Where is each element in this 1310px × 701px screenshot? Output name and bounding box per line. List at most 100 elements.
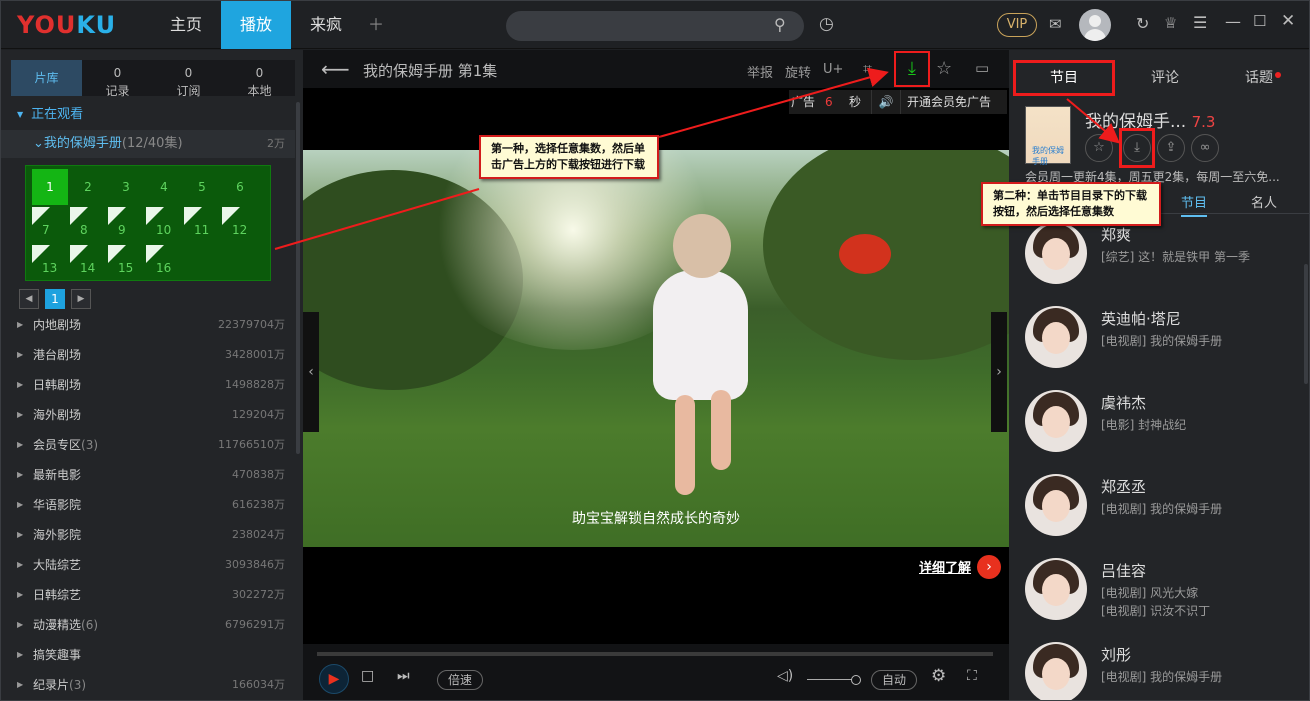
category-item[interactable]: 港台剧场 3428001万 — [1, 340, 295, 370]
celebrity-item[interactable]: 刘彤 [电视剧] 我的保姆手册 — [1009, 638, 1309, 700]
link-icon[interactable]: ∞ — [1191, 134, 1219, 162]
episode-16[interactable]: 16 — [146, 245, 182, 281]
sidebar-scrollbar[interactable] — [296, 102, 300, 454]
category-item[interactable]: 华语影院 616238万 — [1, 490, 295, 520]
category-item[interactable]: 海外影院 238024万 — [1, 520, 295, 550]
minimize-icon[interactable]: — — [1225, 12, 1241, 31]
episode-8[interactable]: 8 — [70, 207, 106, 243]
category-item[interactable]: 内地剧场 22379704万 — [1, 310, 295, 340]
close-icon[interactable]: ✕ — [1281, 11, 1295, 31]
panel-scrollbar[interactable] — [1304, 264, 1308, 384]
episode-6[interactable]: 6 — [222, 169, 258, 205]
category-item[interactable]: 日韩剧场 1498828万 — [1, 370, 295, 400]
episode-11[interactable]: 11 — [184, 207, 220, 243]
progress-bar[interactable] — [317, 652, 993, 656]
back-arrow-icon[interactable]: ⟵ — [321, 57, 350, 81]
category-item[interactable]: 搞笑趣事 — [1, 640, 295, 670]
uplus-button[interactable]: U+ — [823, 62, 843, 77]
episode-15[interactable]: 15 — [108, 245, 144, 281]
episode-1[interactable]: 1 — [32, 169, 68, 205]
celebrity-work: [电视剧] 识汝不识丁 — [1101, 604, 1211, 618]
current-show-item[interactable]: ⌄我的保姆手册(12/40集) 2万 — [1, 130, 295, 158]
speed-button[interactable]: 倍速 — [437, 670, 483, 690]
category-item[interactable]: 大陆综艺 3093846万 — [1, 550, 295, 580]
nav-tab-laifeng[interactable]: 来疯 — [291, 1, 361, 49]
watching-section-header[interactable]: 正在观看 — [1, 102, 295, 128]
stop-icon[interactable]: □ — [361, 668, 374, 684]
vip-skip-ad-button[interactable]: 开通会员免广告 — [907, 90, 991, 114]
tab-library[interactable]: 片库 — [11, 60, 82, 96]
collapse-right-panel-icon[interactable]: › — [991, 312, 1007, 432]
volume-slider[interactable] — [807, 675, 861, 685]
skin-shirt-icon[interactable]: ♕ — [1164, 14, 1177, 32]
pager-prev-button[interactable]: ◀ — [19, 289, 39, 309]
subtab-celebrities[interactable]: 名人 — [1251, 192, 1277, 211]
search-icon[interactable]: ⚲ — [774, 15, 786, 34]
tab-program[interactable]: 节目 — [1013, 60, 1115, 96]
ad-detail-link[interactable]: 详细了解 — [919, 557, 971, 576]
vip-badge[interactable]: VIP — [997, 13, 1037, 37]
settings-gear-icon[interactable]: ⚙ — [931, 666, 946, 686]
celebrity-item[interactable]: 郑丞丞 [电视剧] 我的保姆手册 — [1009, 470, 1309, 550]
episode-3[interactable]: 3 — [108, 169, 144, 205]
episode-7[interactable]: 7 — [32, 207, 68, 243]
category-item[interactable]: 动漫精选(6) 6796291万 — [1, 610, 295, 640]
user-avatar[interactable] — [1079, 9, 1111, 41]
pager-page[interactable]: 1 — [45, 289, 65, 309]
search-input[interactable] — [520, 16, 760, 36]
collapse-left-panel-icon[interactable]: ‹ — [303, 312, 319, 432]
pager-next-button[interactable]: ▶ — [71, 289, 91, 309]
category-item[interactable]: 日韩综艺 302272万 — [1, 580, 295, 610]
speaker-icon[interactable]: ◁) — [777, 668, 793, 684]
show-download-icon[interactable]: ⤓ — [1123, 134, 1151, 162]
celebrity-item[interactable]: 英迪帕·塔尼 [电视剧] 我的保姆手册 — [1009, 302, 1309, 382]
rotate-button[interactable]: 旋转 — [785, 62, 811, 81]
folder-icon[interactable]: ▭ — [975, 59, 989, 77]
crop-icon[interactable]: ⌗ — [863, 59, 872, 79]
nav-tab-home[interactable]: 主页 — [151, 1, 221, 49]
share-icon[interactable]: ⇪ — [1157, 134, 1185, 162]
category-item[interactable]: 海外剧场 129204万 — [1, 400, 295, 430]
episode-12[interactable]: 12 — [222, 207, 258, 243]
nav-tab-play[interactable]: 播放 — [221, 1, 291, 49]
youku-logo[interactable]: YOUKU — [17, 11, 116, 39]
tab-history[interactable]: 0 记录 — [82, 60, 153, 98]
favorite-icon[interactable]: ☆ — [1085, 134, 1113, 162]
episode-13[interactable]: 13 — [32, 245, 68, 281]
episode-2[interactable]: 2 — [70, 169, 106, 205]
category-item[interactable]: 最新电影 470838万 — [1, 460, 295, 490]
show-poster[interactable]: 我的保姆手册 — [1025, 106, 1071, 166]
tab-local[interactable]: 0 本地 — [224, 60, 295, 98]
subtab-program[interactable]: 节目 — [1181, 192, 1208, 217]
play-button[interactable]: ▶ — [319, 664, 349, 694]
tab-topics[interactable]: 话题 — [1215, 60, 1309, 96]
episode-4[interactable]: 4 — [146, 169, 182, 205]
episode-10[interactable]: 10 — [146, 207, 182, 243]
next-episode-icon[interactable]: ⏭ — [397, 668, 410, 684]
refresh-icon[interactable]: ↻ — [1136, 14, 1149, 33]
tab-comments[interactable]: 评论 — [1115, 60, 1215, 96]
tab-subscriptions[interactable]: 0 订阅 — [153, 60, 224, 98]
category-item[interactable]: 纪录片(3) 166034万 — [1, 670, 295, 700]
download-button[interactable]: ⤓ — [894, 51, 930, 87]
menu-icon[interactable]: ☰ — [1193, 13, 1207, 32]
video-frame[interactable]: 助宝宝解锁自然成长的奇妙 — [303, 150, 1009, 547]
episode-5[interactable]: 5 — [184, 169, 220, 205]
celebrity-item[interactable]: 吕佳容 [电视剧] 风光大嫁 [电视剧] 识汝不识丁 — [1009, 554, 1309, 634]
episode-14[interactable]: 14 — [70, 245, 106, 281]
celebrity-item[interactable]: 郑爽 [综艺] 这！就是铁甲 第一季 — [1009, 218, 1309, 298]
celebrity-item[interactable]: 虞祎杰 [电影] 封神战纪 — [1009, 386, 1309, 466]
ad-detail-arrow-icon[interactable]: › — [977, 555, 1001, 579]
favorite-star-icon[interactable]: ☆ — [936, 58, 952, 79]
episode-9[interactable]: 9 — [108, 207, 144, 243]
mail-icon[interactable]: ✉ — [1049, 15, 1062, 33]
history-clock-icon[interactable]: ◷ — [819, 14, 834, 34]
volume-icon[interactable]: 🔊 — [871, 90, 901, 114]
fullscreen-icon[interactable]: ⛶ — [967, 668, 977, 684]
report-button[interactable]: 举报 — [747, 62, 773, 81]
category-item[interactable]: 会员专区(3) 11766510万 — [1, 430, 295, 460]
category-views: 6796291万 — [225, 618, 285, 631]
maximize-icon[interactable]: ☐ — [1253, 12, 1266, 30]
add-tab-icon[interactable]: ＋ — [361, 1, 391, 49]
quality-button[interactable]: 自动 — [871, 670, 917, 690]
